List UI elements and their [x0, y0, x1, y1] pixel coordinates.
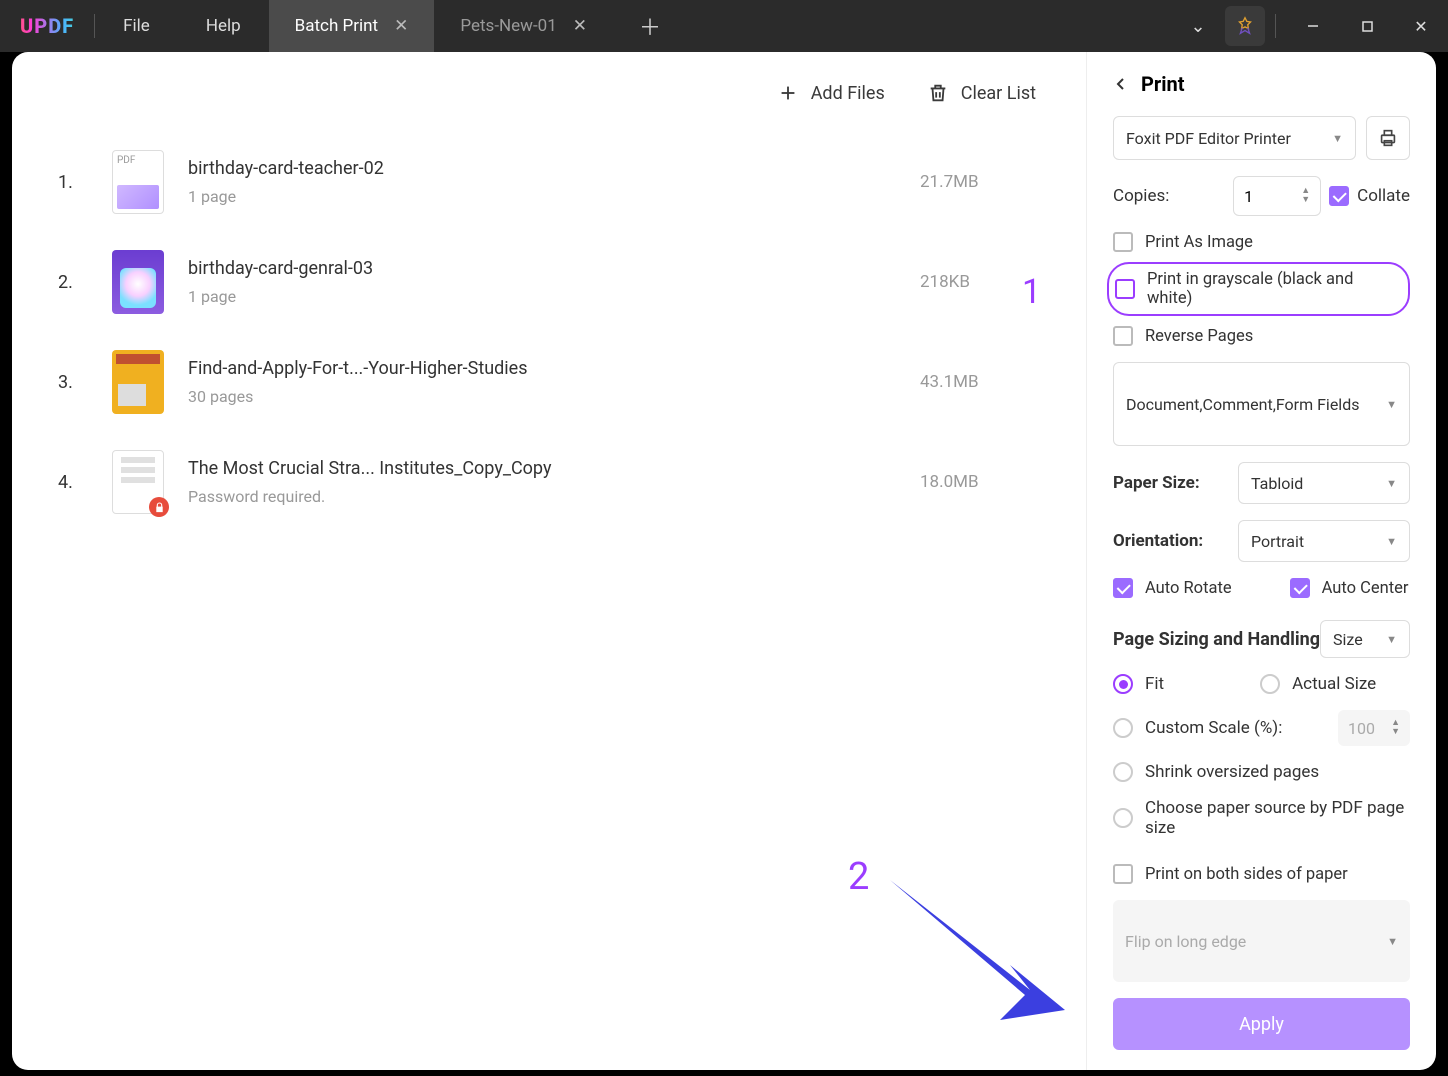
auto-rotate-checkbox[interactable]: Auto Rotate	[1113, 578, 1232, 598]
panel-title: Print	[1141, 72, 1185, 96]
print-grayscale-checkbox[interactable]: Print in grayscale (black and white)	[1107, 262, 1410, 316]
file-row[interactable]: 3. Find-and-Apply-For-t...-Your-Higher-S…	[58, 332, 1040, 432]
menu-file[interactable]: File	[95, 16, 178, 36]
actual-size-radio[interactable]: Actual Size	[1260, 674, 1376, 694]
paper-size-select[interactable]: Tabloid▼	[1238, 462, 1410, 504]
file-row[interactable]: 4. The Most Crucial Stra... Institutes_C…	[58, 432, 1040, 532]
collate-checkbox[interactable]	[1329, 186, 1349, 206]
file-size: 43.1MB	[920, 372, 1040, 392]
titlebar: UPDF File Help Batch Print ✕ Pets-New-01…	[0, 0, 1448, 52]
page-sizing-title: Page Sizing and Handling	[1113, 629, 1320, 650]
print-panel: Print Foxit PDF Editor Printer▼ Copies: …	[1086, 52, 1436, 1070]
orientation-label: Orientation:	[1113, 531, 1203, 551]
new-tab-button[interactable]: ＋	[613, 10, 687, 42]
chevron-down-icon[interactable]: ⌄	[1171, 0, 1225, 52]
file-subtext: 1 page	[188, 287, 896, 306]
back-icon[interactable]	[1113, 76, 1129, 92]
minimize-button[interactable]	[1286, 0, 1340, 52]
both-sides-checkbox[interactable]: Print on both sides of paper	[1113, 864, 1410, 884]
close-tab-icon[interactable]: ✕	[394, 16, 408, 36]
file-name: birthday-card-genral-03	[188, 258, 896, 279]
workspace: Add Files Clear List 1. birthday-card-te…	[12, 52, 1436, 1070]
file-row[interactable]: 2. birthday-card-genral-03 1 page 218KB	[58, 232, 1040, 332]
add-files-button[interactable]: Add Files	[777, 82, 885, 104]
apply-button[interactable]: Apply	[1113, 998, 1410, 1050]
paper-size-label: Paper Size:	[1113, 473, 1200, 493]
file-thumbnail	[112, 150, 164, 214]
file-size: 21.7MB	[920, 172, 1040, 192]
file-subtext: 1 page	[188, 187, 896, 206]
print-content-select[interactable]: Document,Comment,Form Fields▼	[1113, 362, 1410, 446]
orientation-select[interactable]: Portrait▼	[1238, 520, 1410, 562]
file-thumbnail	[112, 450, 164, 514]
file-index: 4.	[58, 472, 88, 493]
lock-icon	[149, 497, 169, 517]
file-index: 3.	[58, 372, 88, 393]
tab-pets[interactable]: Pets-New-01 ✕	[434, 0, 613, 52]
printer-select[interactable]: Foxit PDF Editor Printer▼	[1113, 116, 1356, 160]
file-name: Find-and-Apply-For-t...-Your-Higher-Stud…	[188, 358, 896, 379]
annotation-arrow-icon	[880, 870, 1080, 1044]
file-name: The Most Crucial Stra... Institutes_Copy…	[188, 458, 896, 479]
sizing-mode-select[interactable]: Size▼	[1320, 620, 1410, 658]
tab-label: Pets-New-01	[460, 16, 556, 36]
clear-list-button[interactable]: Clear List	[927, 82, 1036, 104]
file-row[interactable]: 1. birthday-card-teacher-02 1 page 21.7M…	[58, 132, 1040, 232]
close-tab-icon[interactable]: ✕	[573, 16, 587, 36]
reverse-pages-checkbox[interactable]: Reverse Pages	[1113, 326, 1410, 346]
custom-scale-input[interactable]: 100 ▲▼	[1338, 710, 1410, 746]
shrink-oversized-radio[interactable]: Shrink oversized pages	[1113, 762, 1410, 782]
app-logo: UPDF	[0, 14, 94, 38]
tab-label: Batch Print	[295, 16, 378, 36]
copies-label: Copies:	[1113, 186, 1169, 206]
file-thumbnail	[112, 250, 164, 314]
paper-source-radio[interactable]: Choose paper source by PDF page size	[1113, 798, 1410, 838]
file-subtext: Password required.	[188, 487, 896, 506]
maximize-button[interactable]	[1340, 0, 1394, 52]
printer-settings-button[interactable]	[1366, 116, 1410, 160]
award-icon[interactable]	[1225, 6, 1265, 46]
file-index: 1.	[58, 172, 88, 193]
stepper-icon[interactable]: ▲▼	[1391, 719, 1400, 737]
tab-batch-print[interactable]: Batch Print ✕	[269, 0, 435, 52]
custom-scale-radio[interactable]: Custom Scale (%):	[1113, 718, 1282, 738]
file-name: birthday-card-teacher-02	[188, 158, 896, 179]
close-window-button[interactable]: ✕	[1394, 0, 1448, 52]
file-size: 18.0MB	[920, 472, 1040, 492]
file-index: 2.	[58, 272, 88, 293]
annotation-marker: 2	[848, 855, 869, 899]
fit-radio[interactable]: Fit	[1113, 674, 1164, 694]
file-subtext: 30 pages	[188, 387, 896, 406]
copies-input[interactable]: 1 ▲▼	[1233, 176, 1321, 216]
file-thumbnail	[112, 350, 164, 414]
menu-help[interactable]: Help	[178, 16, 269, 36]
print-as-image-checkbox[interactable]: Print As Image	[1113, 232, 1410, 252]
stepper-icon[interactable]: ▲▼	[1301, 187, 1310, 205]
flip-select: Flip on long edge▼	[1113, 900, 1410, 982]
auto-center-checkbox[interactable]: Auto Center	[1290, 578, 1409, 598]
annotation-marker: 1	[1022, 272, 1041, 312]
